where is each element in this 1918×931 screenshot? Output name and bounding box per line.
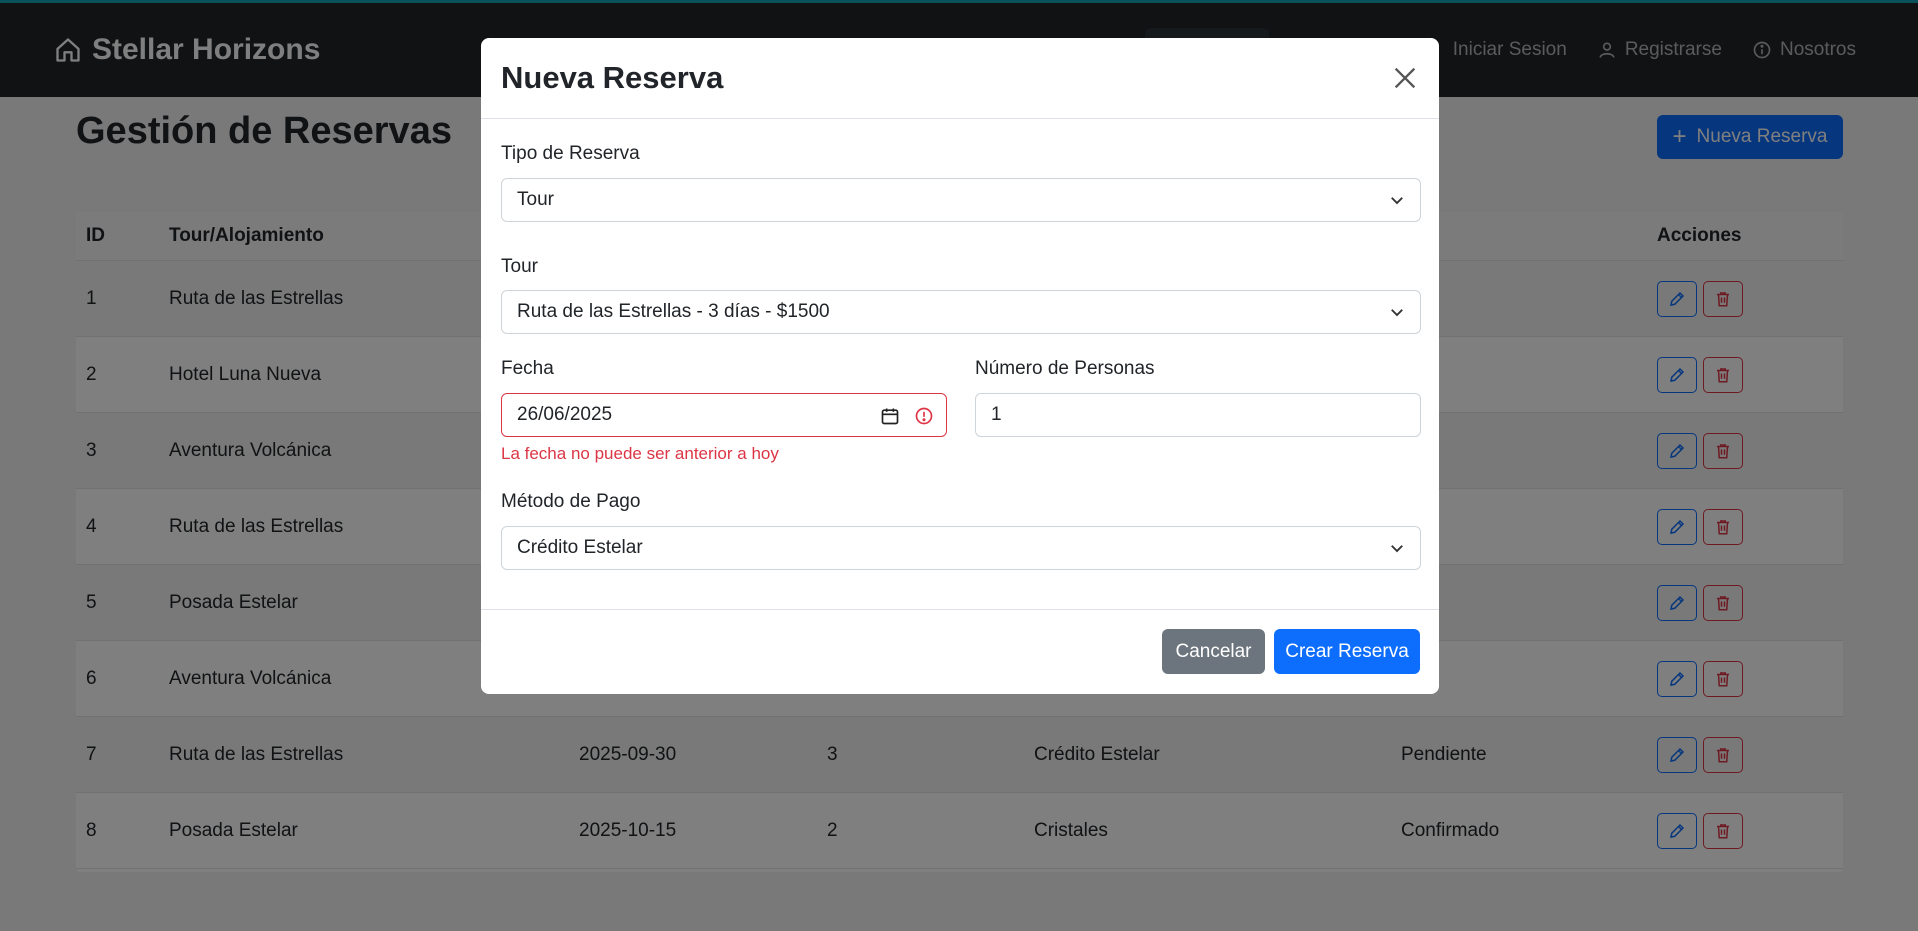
tour-label: Tour <box>501 256 538 277</box>
tour-value: Ruta de las Estrellas - 3 días - $1500 <box>517 301 830 322</box>
tipo-value: Tour <box>517 189 554 210</box>
tipo-label: Tipo de Reserva <box>501 143 640 164</box>
metodo-value: Crédito Estelar <box>517 537 643 558</box>
chevron-down-icon <box>1391 309 1403 317</box>
create-reservation-button[interactable]: Crear Reserva <box>1274 629 1420 674</box>
close-icon[interactable] <box>1391 64 1419 92</box>
metodo-label: Método de Pago <box>501 491 641 512</box>
metodo-select[interactable]: Crédito Estelar <box>501 526 1421 570</box>
modal-header: Nueva Reserva <box>481 38 1439 119</box>
fecha-input[interactable]: 26/06/2025 <box>501 393 947 437</box>
chevron-down-icon <box>1391 545 1403 553</box>
tour-select[interactable]: Ruta de las Estrellas - 3 días - $1500 <box>501 290 1421 334</box>
tipo-select[interactable]: Tour <box>501 178 1421 222</box>
warning-icon <box>915 407 933 425</box>
modal-title: Nueva Reserva <box>501 60 724 95</box>
new-reservation-modal: Nueva Reserva Tipo de Reserva Tour Tour … <box>481 38 1439 694</box>
fecha-value: 26/06/2025 <box>517 404 613 425</box>
chevron-down-icon <box>1391 197 1403 205</box>
personas-label: Número de Personas <box>975 358 1155 379</box>
fecha-error: La fecha no puede ser anterior a hoy <box>501 444 779 463</box>
calendar-icon[interactable] <box>880 406 900 426</box>
cancel-button[interactable]: Cancelar <box>1162 629 1265 674</box>
modal-footer: Cancelar Crear Reserva <box>481 609 1439 694</box>
fecha-label: Fecha <box>501 358 554 379</box>
personas-value: 1 <box>991 404 1002 425</box>
personas-input[interactable]: 1 <box>975 393 1421 437</box>
